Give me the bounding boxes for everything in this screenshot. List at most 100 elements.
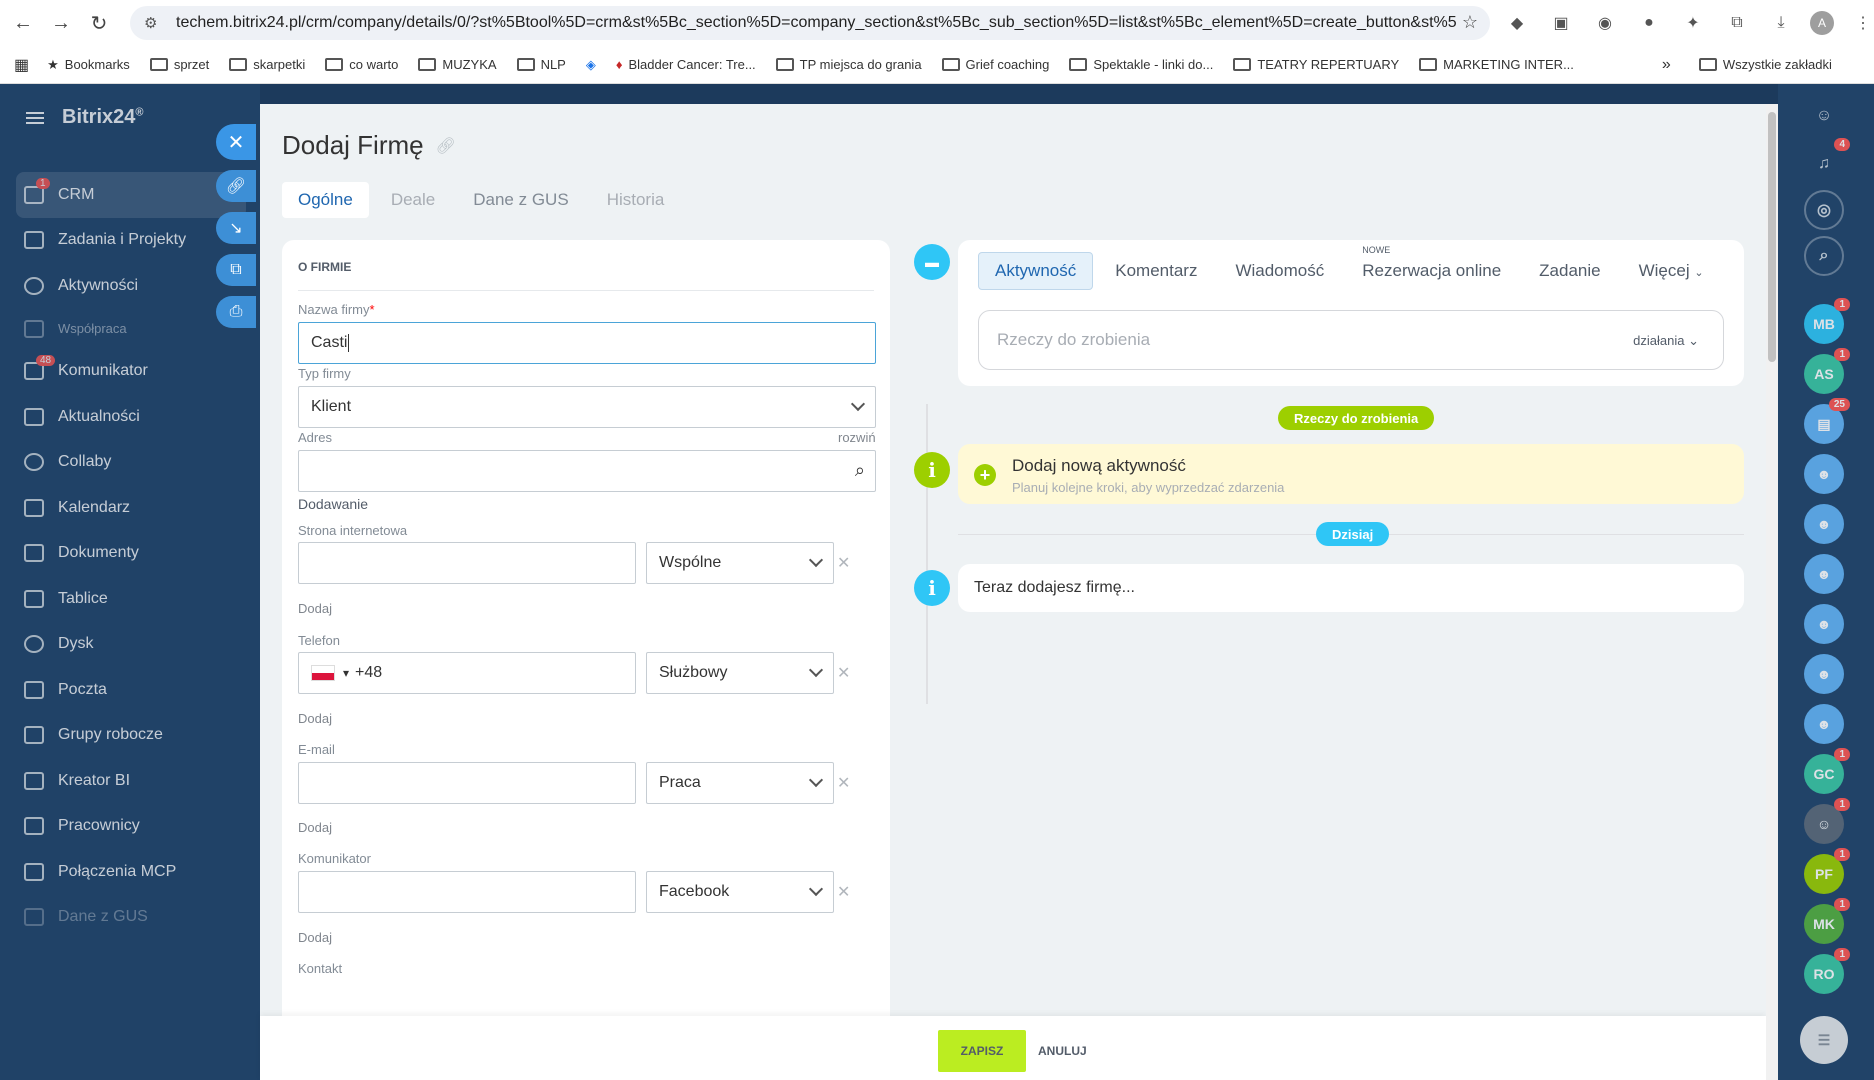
close-slider-button[interactable]: ✕ bbox=[216, 124, 256, 160]
sidebar-section-collaboration[interactable]: Współpraca bbox=[16, 309, 246, 349]
avatar[interactable]: MK 1 bbox=[1804, 898, 1850, 944]
poland-flag-icon[interactable] bbox=[311, 665, 335, 681]
search-chat-icon[interactable]: ⌕ bbox=[1804, 236, 1844, 276]
extensions-puzzle-icon[interactable]: ⧉ bbox=[1722, 8, 1752, 38]
sidebar-item-boards[interactable]: Tablice bbox=[16, 576, 246, 622]
tab-deals[interactable]: Deale bbox=[375, 182, 451, 218]
user-avatar-icon[interactable]: ☻ bbox=[1804, 454, 1844, 494]
bitrix-logo[interactable]: Bitrix24® bbox=[26, 106, 143, 129]
avatar[interactable]: PF 1 bbox=[1804, 848, 1850, 894]
url-text[interactable]: techem.bitrix24.pl/crm/company/details/0… bbox=[176, 14, 1456, 32]
tab-task[interactable]: Zadanie bbox=[1523, 253, 1616, 289]
user-status-icon[interactable]: ☺ bbox=[1804, 96, 1844, 136]
minimize-button[interactable]: ↘ bbox=[216, 212, 256, 244]
avatar[interactable]: AS 1 bbox=[1804, 348, 1850, 394]
address-bar[interactable]: ⚙ techem.bitrix24.pl/crm/company/details… bbox=[130, 6, 1490, 40]
scrollbar-thumb[interactable] bbox=[1768, 112, 1776, 362]
bookmark-folder[interactable]: co warto bbox=[325, 57, 398, 72]
avatar[interactable]: MB 1 bbox=[1804, 298, 1850, 344]
download-icon[interactable]: ⤓ bbox=[1766, 8, 1796, 38]
user-avatar-icon[interactable]: ☻ bbox=[1804, 654, 1844, 694]
bookmark-folder[interactable]: MARKETING INTER... bbox=[1419, 57, 1574, 72]
user-avatar-icon[interactable]: ☻ bbox=[1804, 504, 1844, 544]
print-button[interactable]: ⎙ bbox=[216, 296, 256, 328]
bookmark-item[interactable]: ◈ bbox=[586, 57, 596, 73]
sidebar-item-mail[interactable]: Poczta bbox=[16, 667, 246, 713]
company-name-input[interactable]: Casti bbox=[298, 322, 876, 364]
tab-gus-data[interactable]: Dane z GUS bbox=[457, 182, 584, 218]
messenger-type-select[interactable]: Facebook bbox=[646, 871, 834, 913]
more-bookmarks-icon[interactable]: » bbox=[1662, 56, 1671, 74]
all-bookmarks-folder[interactable]: Wszystkie zakładki bbox=[1698, 57, 1832, 72]
site-settings-icon[interactable]: ⚙ bbox=[144, 14, 166, 32]
user-avatar-icon[interactable]: ☻ bbox=[1804, 604, 1844, 644]
bookmark-folder[interactable]: sprzet bbox=[149, 57, 209, 72]
phone-input[interactable]: ▾ +48 bbox=[298, 652, 636, 694]
sidebar-item-activities[interactable]: Aktywności bbox=[16, 263, 246, 309]
bookmark-star-icon[interactable]: ☆ bbox=[1462, 12, 1478, 33]
company-type-select[interactable]: Klient bbox=[298, 386, 876, 428]
email-input[interactable] bbox=[298, 762, 636, 804]
remove-phone-icon[interactable]: ✕ bbox=[837, 663, 850, 683]
website-input[interactable] bbox=[298, 542, 636, 584]
forward-icon[interactable]: → bbox=[46, 8, 76, 38]
avatar[interactable]: GC 1 bbox=[1804, 748, 1850, 794]
copy-link-icon[interactable]: 🔗︎ bbox=[436, 136, 456, 156]
bookmark-folder[interactable]: NLP bbox=[516, 57, 566, 72]
apps-grid-icon[interactable]: ▦ bbox=[14, 55, 29, 75]
bookmark-item[interactable]: ★ Bookmarks bbox=[47, 57, 130, 73]
extension-icon[interactable]: ✦ bbox=[1678, 8, 1708, 38]
tab-comment[interactable]: Komentarz bbox=[1099, 253, 1213, 289]
bookmark-folder[interactable]: TP miejsca do grania bbox=[775, 57, 922, 72]
sidebar-item-employees[interactable]: Pracownicy bbox=[16, 804, 246, 850]
sidebar-item-messenger[interactable]: 48 Komunikator bbox=[16, 349, 246, 395]
profile-avatar[interactable]: A bbox=[1810, 11, 1834, 35]
sidebar-item-news[interactable]: Aktualności bbox=[16, 394, 246, 440]
sidebar-item-drive[interactable]: Dysk bbox=[16, 622, 246, 668]
bookmark-folder[interactable]: Grief coaching bbox=[941, 57, 1049, 72]
tab-more[interactable]: Więcej ⌄ bbox=[1623, 253, 1720, 289]
sidebar-item-calendar[interactable]: Kalendarz bbox=[16, 485, 246, 531]
cancel-button[interactable]: ANULUJ bbox=[1038, 1030, 1087, 1072]
back-icon[interactable]: ← bbox=[8, 8, 38, 38]
add-field-link[interactable]: Dodawanie bbox=[298, 496, 368, 512]
copilot-icon[interactable]: ◎ bbox=[1804, 190, 1844, 230]
user-avatar-icon[interactable]: ☻ bbox=[1804, 704, 1844, 744]
todo-actions-dropdown[interactable]: działania ⌄ bbox=[1633, 333, 1699, 349]
save-button[interactable]: ZAPISZ bbox=[938, 1030, 1026, 1072]
user-photo-avatar[interactable]: ☺ 1 bbox=[1804, 798, 1850, 844]
email-type-select[interactable]: Praca bbox=[646, 762, 834, 804]
sidebar-item-gus[interactable]: Dane z GUS bbox=[16, 895, 246, 941]
sidebar-item-workgroups[interactable]: Grupy robocze bbox=[16, 713, 246, 759]
chat-group-icon[interactable]: ▤ 25 bbox=[1804, 398, 1850, 444]
phone-type-select[interactable]: Służbowy bbox=[646, 652, 834, 694]
website-type-select[interactable]: Wspólne bbox=[646, 542, 834, 584]
extension-icon[interactable]: ◉ bbox=[1590, 8, 1620, 38]
avatar[interactable]: RO 1 bbox=[1804, 948, 1850, 994]
add-new-activity-card[interactable]: + Dodaj nową aktywność Planuj kolejne kr… bbox=[958, 444, 1744, 504]
tab-activity[interactable]: Aktywność bbox=[978, 252, 1094, 290]
remove-website-icon[interactable]: ✕ bbox=[837, 553, 850, 573]
sidebar-item-documents[interactable]: Dokumenty bbox=[16, 531, 246, 577]
add-website-link[interactable]: Dodaj bbox=[298, 601, 332, 616]
sidebar-item-bi[interactable]: Kreator BI bbox=[16, 758, 246, 804]
sidebar-item-tasks[interactable]: Zadania i Projekty bbox=[16, 218, 246, 264]
sidebar-item-mcp[interactable]: Połączenia MCP bbox=[16, 849, 246, 895]
copy-link-button[interactable]: 🔗︎ bbox=[216, 170, 256, 202]
open-new-window-button[interactable]: ⧉ bbox=[216, 254, 256, 286]
messenger-input[interactable] bbox=[298, 871, 636, 913]
add-email-link[interactable]: Dodaj bbox=[298, 820, 332, 835]
menu-burger-icon[interactable] bbox=[26, 111, 44, 124]
bookmark-folder[interactable]: MUZYKA bbox=[418, 57, 497, 72]
add-messenger-link[interactable]: Dodaj bbox=[298, 930, 332, 945]
address-input[interactable]: ⌕ bbox=[298, 450, 876, 492]
open-chat-list-icon[interactable]: ☰ bbox=[1800, 1016, 1848, 1064]
add-phone-link[interactable]: Dodaj bbox=[298, 711, 332, 726]
sidebar-item-crm[interactable]: 1 CRM bbox=[16, 172, 246, 218]
browser-menu-icon[interactable]: ⋮ bbox=[1848, 8, 1874, 38]
address-expand-link[interactable]: rozwiń bbox=[838, 430, 876, 445]
bookmark-folder[interactable]: skarpetki bbox=[229, 57, 305, 72]
user-avatar-icon[interactable]: ☻ bbox=[1804, 554, 1844, 594]
bookmark-folder[interactable]: TEATRY REPERTUARY bbox=[1233, 57, 1399, 72]
sidebar-item-collabs[interactable]: Collaby bbox=[16, 440, 246, 486]
